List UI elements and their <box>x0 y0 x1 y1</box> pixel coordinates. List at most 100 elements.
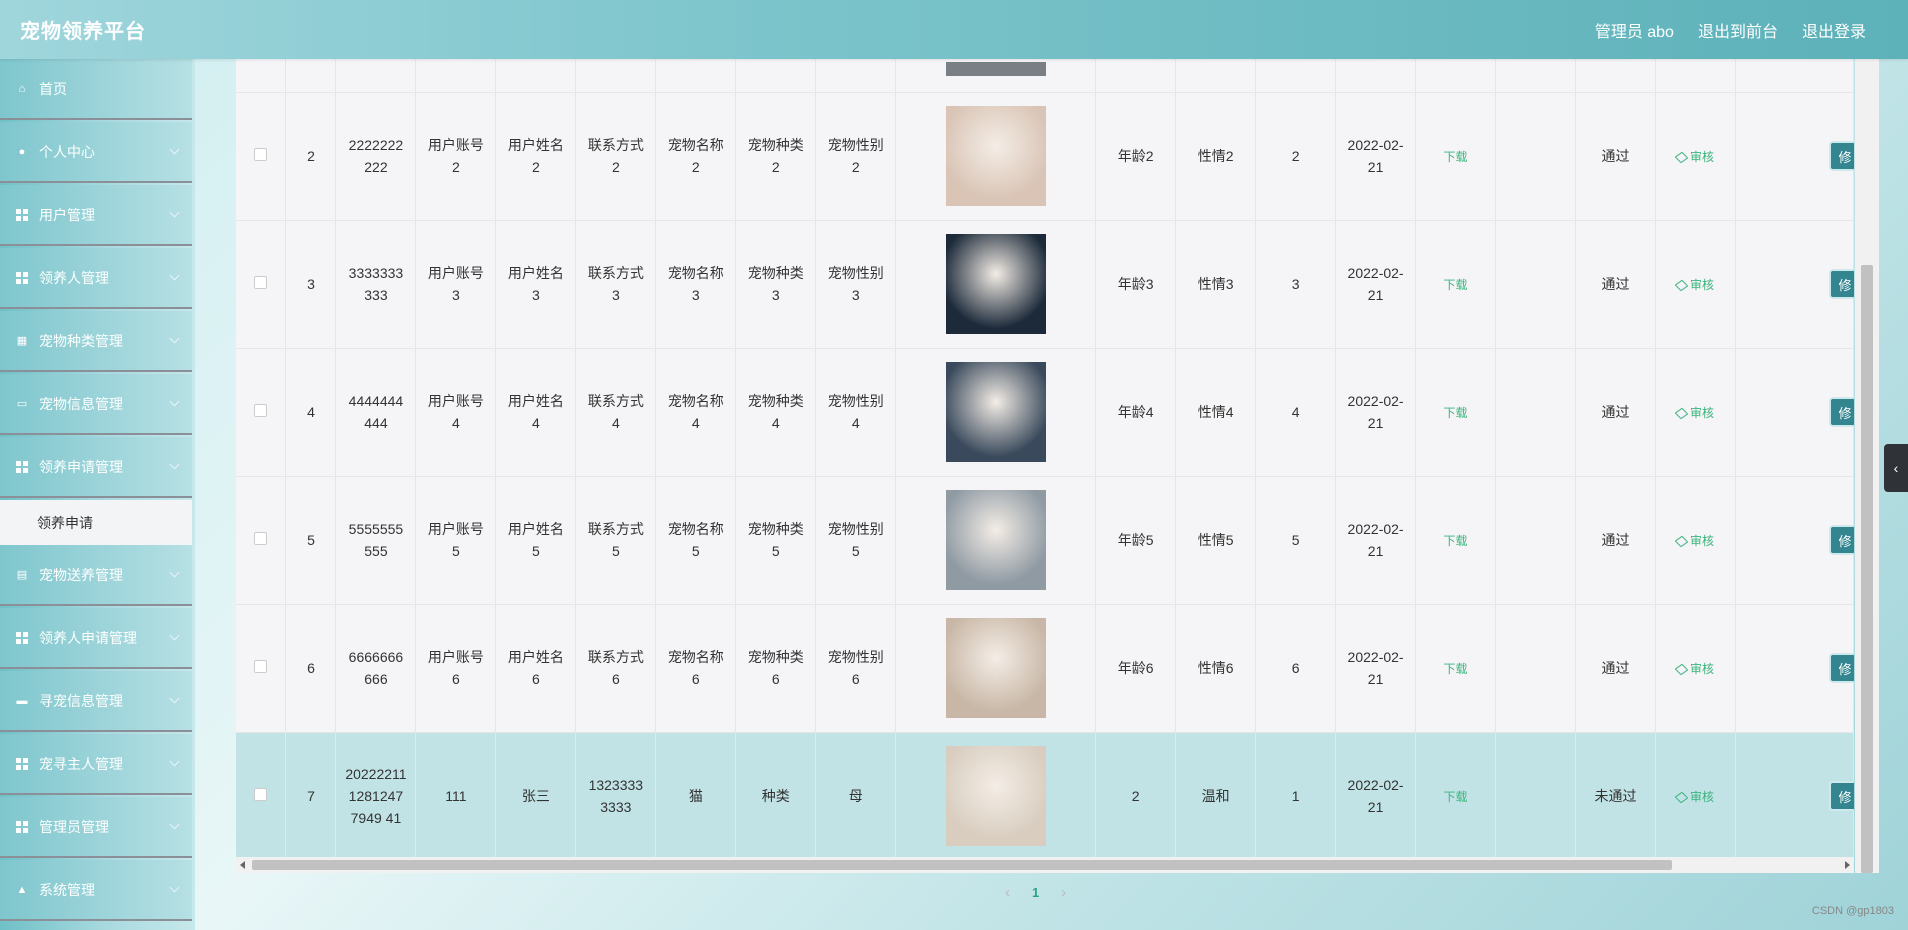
row-checkbox[interactable] <box>254 660 268 673</box>
sidebar-item-1[interactable]: ● 个人中心 <box>0 122 192 183</box>
sidebar-item-7[interactable]: ▤ 宠物送养管理 <box>0 545 192 606</box>
horizontal-scrollbar[interactable] <box>236 857 1854 873</box>
sidebar-item-10[interactable]: 宠寻主人管理 <box>0 734 192 795</box>
sidebar-item-5[interactable]: ▭ 宠物信息管理 <box>0 374 192 435</box>
table-row[interactable]: 6 6666666666 用户账号6 用户姓名6 联系方式6 宠物名称6 宠物种类6 宠物性别… <box>236 604 1854 732</box>
chevron-down-icon <box>169 333 180 344</box>
logout-link[interactable]: 退出登录 <box>1802 18 1866 42</box>
table-row[interactable]: 4 4444444444 用户账号4 用户姓名4 联系方式4 宠物名称4 宠物种类4 宠物性别… <box>236 348 1854 476</box>
collapse-panel-button[interactable]: ‹ <box>1884 444 1908 492</box>
scroll-right-arrow-icon[interactable] <box>1845 861 1850 869</box>
row-checkbox[interactable] <box>254 532 268 545</box>
table-row[interactable]: 2 2222222222 用户账号2 用户姓名2 联系方式2 宠物名称2 宠物种类2 宠物性别… <box>236 92 1854 220</box>
watermark: CSDN @gp1803 <box>1811 905 1894 917</box>
edit-button[interactable]: 修 <box>1829 141 1854 171</box>
sidebar: ⌂ 首页 ● 个人中心 用户管理领养人管理 ▦ 宠物种类管理 ▭ 宠物信息管理 领养申请管理 ▤ 宠物… <box>0 59 195 930</box>
cell-pet-kind: 宠物种类3 <box>747 265 804 303</box>
cell-date: 2022-02-21 <box>1347 393 1404 431</box>
grid-icon <box>15 757 29 771</box>
review-button[interactable]: 审核 <box>1674 406 1714 420</box>
sidebar-item-label: 领养人申请管理 <box>39 629 137 646</box>
chevron-down-icon <box>169 567 180 578</box>
monitor-icon: ▭ <box>16 398 28 410</box>
header-links: 管理员 abo 退出到前台 退出登录 <box>1595 18 1866 42</box>
row-checkbox[interactable] <box>254 148 268 161</box>
review-button[interactable]: 审核 <box>1674 790 1714 804</box>
vertical-scroll-thumb[interactable] <box>1861 265 1873 873</box>
cell-age: 年龄4 <box>1117 404 1154 420</box>
cell-pet-sex: 宠物性别4 <box>827 393 884 431</box>
table-row[interactable]: 5 5555555555 用户账号5 用户姓名5 联系方式5 宠物名称5 宠物种类5 宠物性别… <box>236 476 1854 604</box>
cell-pet-name: 宠物名称2 <box>667 137 724 175</box>
sidebar-item-4[interactable]: ▦ 宠物种类管理 <box>0 311 192 372</box>
sidebar-item-0[interactable]: ⌂ 首页 <box>0 59 192 120</box>
admin-user-link[interactable]: 管理员 abo <box>1595 18 1674 42</box>
review-label: 审核 <box>1689 533 1714 548</box>
cell-account-number: 2022221112812477949 41 <box>345 766 407 826</box>
table-row-partial <box>236 59 1854 92</box>
home-icon: ⌂ <box>18 82 26 95</box>
cell-contact: 13233333333 <box>588 777 644 815</box>
cell-pet-kind: 种类 <box>761 788 790 804</box>
cell-contact: 联系方式4 <box>587 393 644 431</box>
download-link[interactable]: 下载 <box>1444 534 1468 548</box>
sidebar-item-label: 系统管理 <box>39 881 95 898</box>
person-icon: ▲ <box>16 883 28 896</box>
table-row[interactable]: 7 2022221112812477949 41 111 张三 13233333333 猫… <box>236 732 1854 860</box>
scroll-left-arrow-icon[interactable] <box>240 861 245 869</box>
download-link[interactable]: 下载 <box>1444 662 1468 676</box>
edit-button[interactable]: 修 <box>1829 525 1854 555</box>
table-row[interactable]: 3 3333333333 用户账号3 用户姓名3 联系方式3 宠物名称3 宠物种类3 宠物性别… <box>236 220 1854 348</box>
cell-age: 年龄5 <box>1117 532 1154 548</box>
review-button[interactable]: 审核 <box>1674 533 1714 548</box>
edit-pencil-icon <box>1674 407 1689 420</box>
download-link[interactable]: 下载 <box>1444 406 1468 420</box>
review-button[interactable]: 审核 <box>1674 278 1714 292</box>
cell-status: 通过 <box>1601 276 1630 292</box>
cell-user-name: 用户姓名2 <box>507 137 564 175</box>
cell-temperament: 性情6 <box>1197 660 1234 676</box>
sidebar-item-2[interactable]: 用户管理 <box>0 185 192 246</box>
edit-button[interactable]: 修 <box>1829 397 1854 427</box>
row-checkbox[interactable] <box>254 276 268 289</box>
review-button[interactable]: 审核 <box>1674 661 1714 676</box>
row-checkbox[interactable] <box>254 404 268 417</box>
vertical-scrollbar[interactable] <box>1855 59 1879 873</box>
grid-icon <box>15 208 29 222</box>
edit-button[interactable]: 修 <box>1829 653 1854 683</box>
sidebar-item-8[interactable]: 领养人申请管理 <box>0 608 192 669</box>
sidebar-item-3[interactable]: 领养人管理 <box>0 248 192 309</box>
prev-page-icon[interactable]: ‹ <box>1005 884 1010 901</box>
horizontal-scroll-thumb[interactable] <box>252 860 1672 870</box>
sidebar-subitem-adoption-apply[interactable]: 领养申请 <box>0 500 192 545</box>
review-button[interactable]: 审核 <box>1674 150 1714 164</box>
sidebar-item-label: 领养人管理 <box>39 269 109 286</box>
sidebar-item-label: 宠物信息管理 <box>39 395 123 412</box>
cell-user-account: 用户账号6 <box>427 649 484 687</box>
page-number-current[interactable]: 1 <box>1032 885 1039 900</box>
sidebar-item-12[interactable]: ▲ 系统管理 <box>0 860 192 921</box>
edit-pencil-icon <box>1674 791 1689 804</box>
edit-button[interactable]: 修 <box>1829 781 1854 811</box>
review-label: 审核 <box>1689 661 1714 676</box>
cell-account-number: 2222222222 <box>348 137 404 175</box>
download-link[interactable]: 下载 <box>1444 278 1468 292</box>
edit-button[interactable]: 修 <box>1829 269 1854 299</box>
printer-icon: ▬ <box>16 694 28 707</box>
cell-pet-name: 猫 <box>688 788 703 804</box>
chevron-down-icon <box>169 396 180 407</box>
sidebar-item-11[interactable]: 管理员管理 <box>0 797 192 858</box>
download-link[interactable]: 下载 <box>1444 790 1468 804</box>
cell-pet-name: 宠物名称4 <box>667 393 724 431</box>
sidebar-item-9[interactable]: ▬ 寻宠信息管理 <box>0 671 192 732</box>
sidebar-item-label: 领养申请管理 <box>39 458 123 475</box>
go-frontend-link[interactable]: 退出到前台 <box>1698 18 1778 42</box>
row-checkbox[interactable] <box>254 788 268 801</box>
next-page-icon[interactable]: › <box>1061 884 1066 901</box>
cell-status: 通过 <box>1601 660 1630 676</box>
download-link[interactable]: 下载 <box>1444 150 1468 164</box>
sidebar-item-label: 宠物种类管理 <box>39 332 123 349</box>
cell-temperament: 性情2 <box>1197 148 1234 164</box>
sidebar-item-6[interactable]: 领养申请管理 <box>0 437 192 498</box>
cell-user-name: 用户姓名6 <box>507 649 564 687</box>
